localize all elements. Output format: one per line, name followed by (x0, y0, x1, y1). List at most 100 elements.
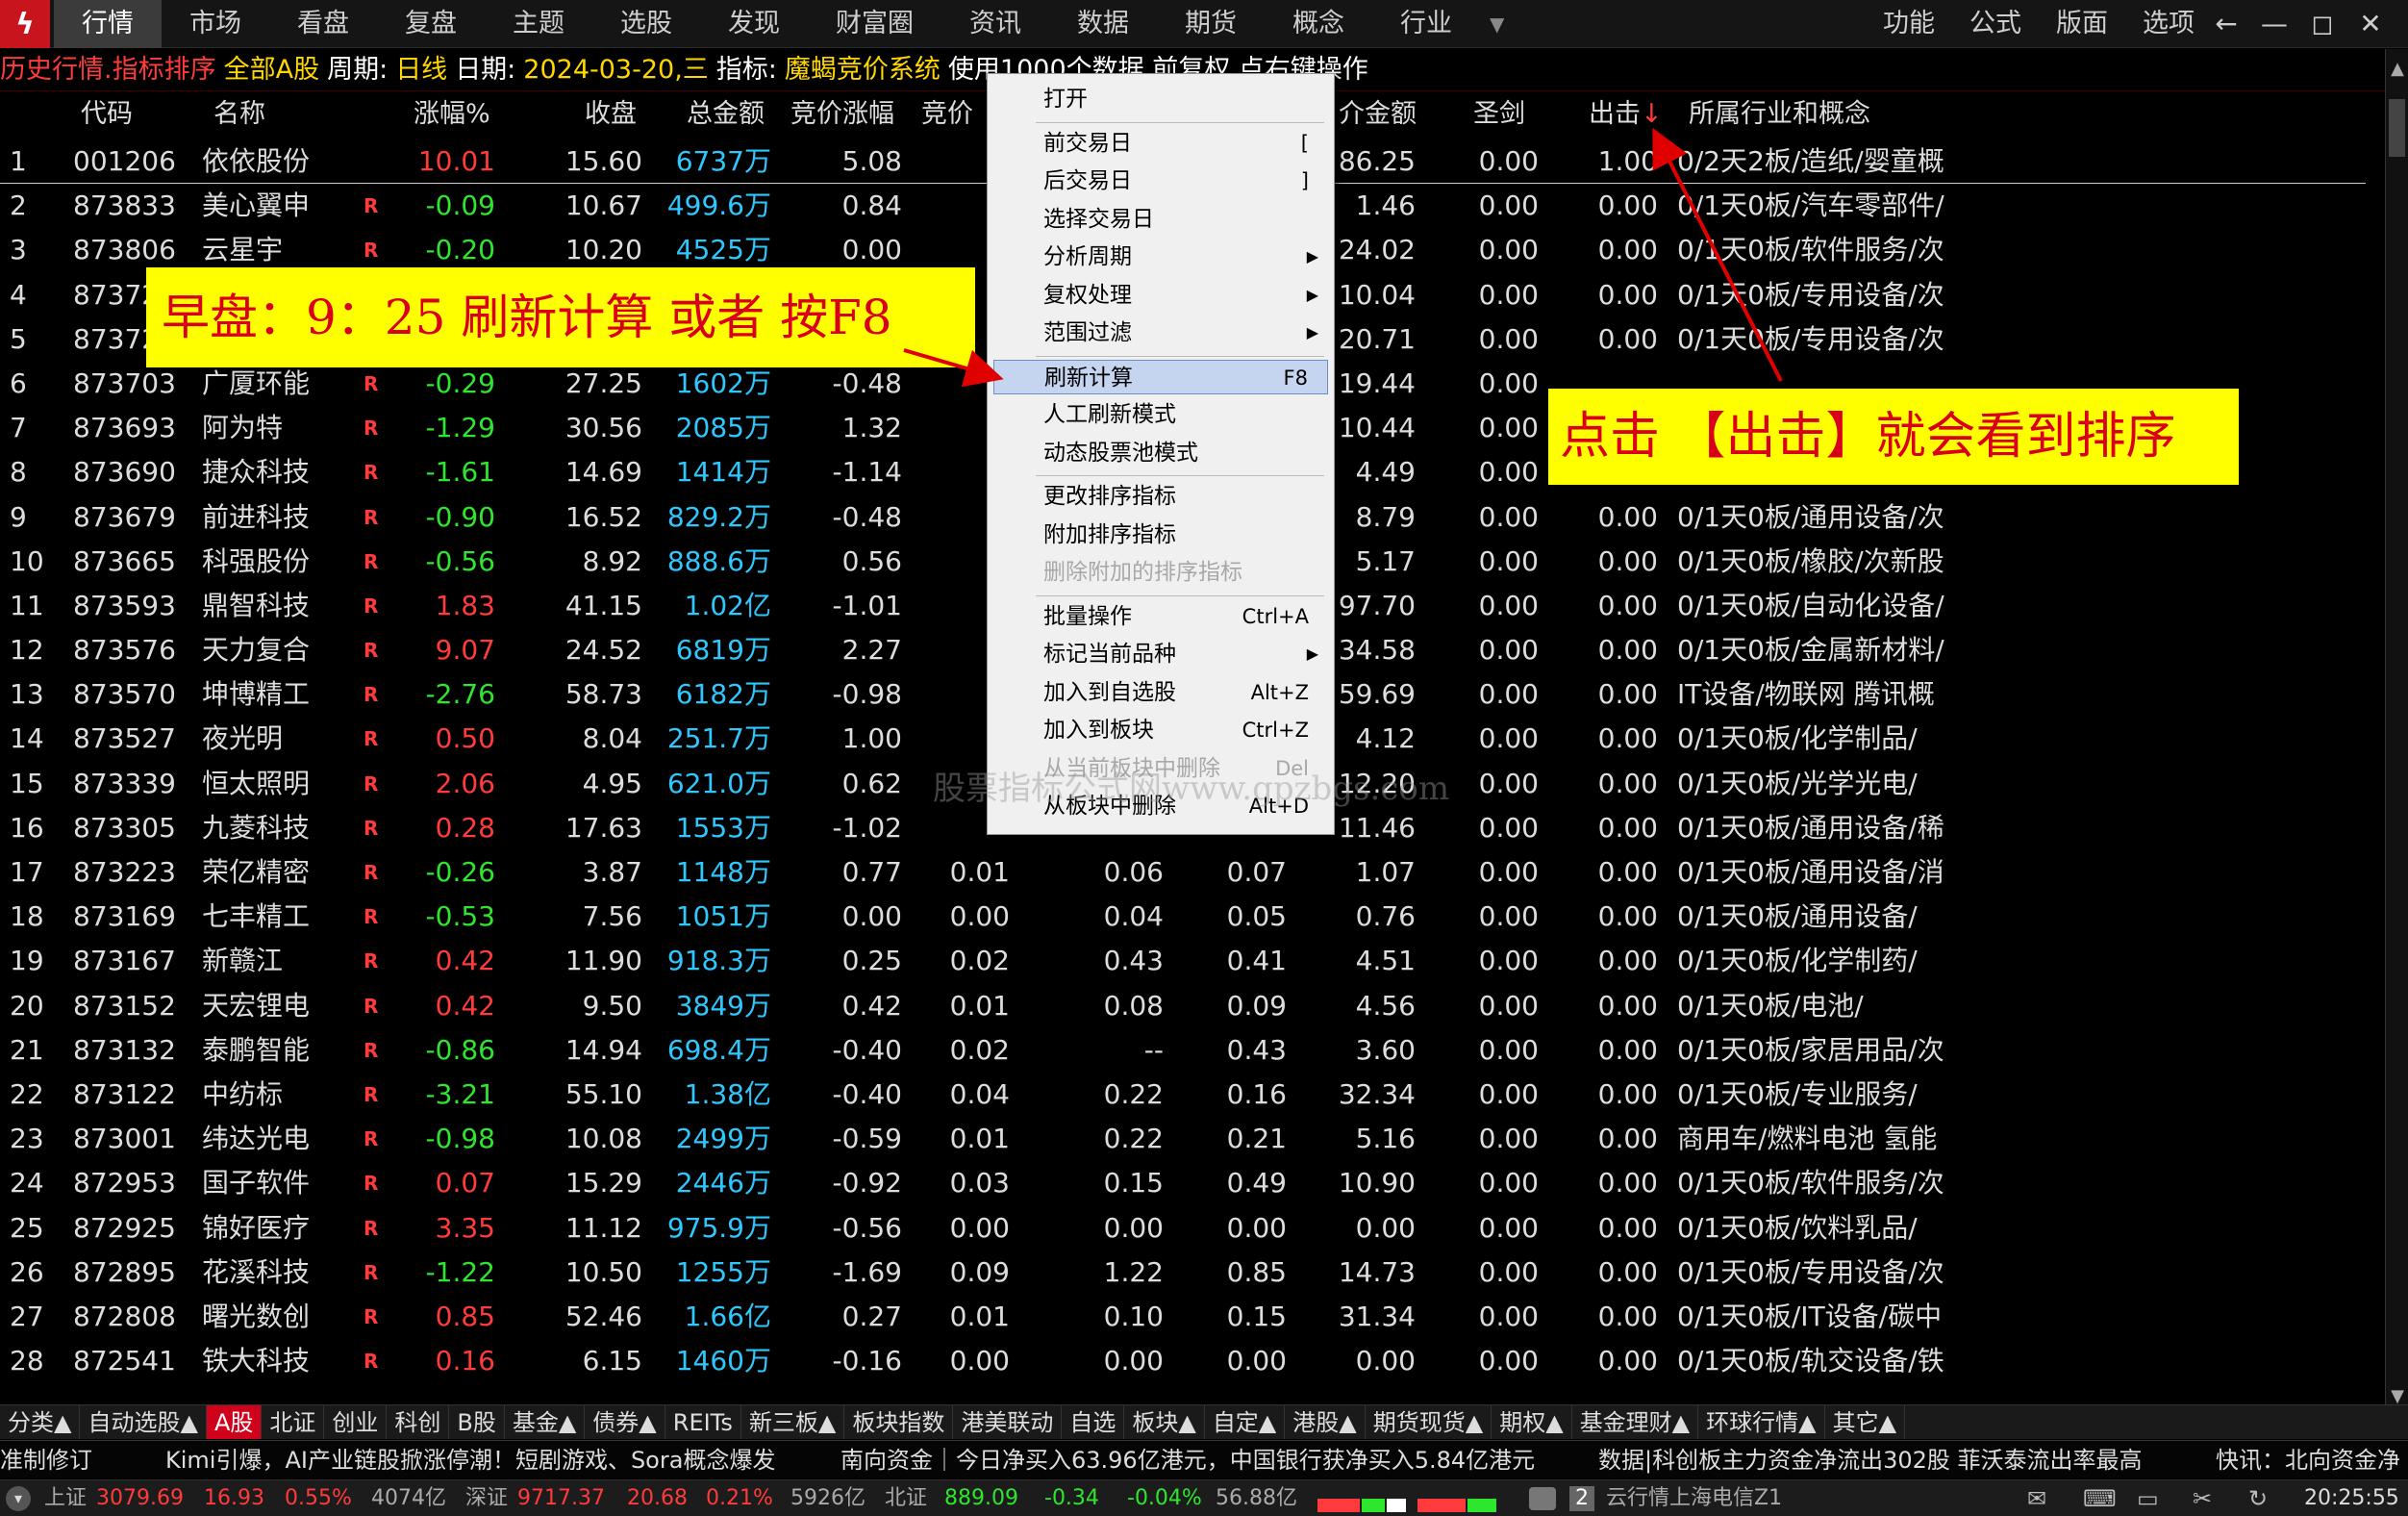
info-market[interactable]: 全部A股 (224, 55, 319, 85)
context-menu-item[interactable]: 选择交易日 (993, 202, 1328, 237)
tools-icon[interactable]: ✂ (2193, 1480, 2212, 1516)
market-tab-0[interactable]: 分类▲ (0, 1405, 81, 1439)
context-menu-item[interactable]: 分析周期 ▶ (993, 240, 1328, 274)
col-code[interactable]: 代码 (81, 92, 133, 137)
menu-item-3[interactable]: 复盘 (377, 0, 485, 48)
info-period[interactable]: 日线 (395, 55, 447, 85)
market-tab-2[interactable]: A股 (206, 1405, 263, 1439)
market-tab-15[interactable]: 自定▲ (1205, 1405, 1286, 1439)
table-row[interactable]: 17 873223 荣亿精密 R -0.26 3.87 1148万 0.77 0.01 0.06 0… (0, 850, 2366, 895)
ticker-item-2[interactable]: Kimi引爆，AI产业链股掀涨停潮！短剧游戏、Sora概念爆发 (165, 1441, 775, 1478)
menu-item-5[interactable]: 选股 (592, 0, 700, 48)
menu-item-9[interactable]: 数据 (1049, 0, 1157, 48)
market-tab-5[interactable]: 科创 (387, 1405, 450, 1439)
col-auction-change[interactable]: 竞价涨幅 (790, 92, 894, 137)
market-tab-19[interactable]: 基金理财▲ (1572, 1405, 1699, 1439)
right-menu-item-0[interactable]: 功能 (1866, 0, 1952, 48)
menu-more-icon[interactable]: ▼ (1480, 0, 1514, 48)
table-row[interactable]: 22 873122 中纺标 R -3.21 55.10 1.38亿 -0.40 0.04 0.22… (0, 1073, 2366, 1117)
menu-item-11[interactable]: 概念 (1265, 0, 1372, 48)
right-menu-item-3[interactable]: 选项 (2125, 0, 2212, 48)
back-icon[interactable]: ← (2202, 0, 2250, 48)
market-tab-1[interactable]: 自动选股▲ (80, 1405, 207, 1439)
col-amount-2[interactable]: 介金额 (1339, 92, 1417, 137)
market-tab-14[interactable]: 板块▲ (1124, 1405, 1205, 1439)
menu-item-7[interactable]: 财富圈 (808, 0, 941, 48)
table-row[interactable]: 20 873152 天宏锂电 R 0.42 9.50 3849万 0.42 0.01 0.08 0.… (0, 984, 2366, 1028)
table-row[interactable]: 27 872808 曙光数创 R 0.85 52.46 1.66亿 0.27 0.01 0.10 0… (0, 1295, 2366, 1339)
vertical-scrollbar[interactable]: ▲ ▼ (2385, 49, 2408, 1415)
minimize-icon[interactable]: — (2250, 0, 2298, 48)
menu-item-2[interactable]: 看盘 (269, 0, 377, 48)
table-row[interactable]: 19 873167 新赣江 R 0.42 11.90 918.3万 0.25 0.02 0.43 0… (0, 939, 2366, 983)
table-row[interactable]: 28 872541 铁大科技 R 0.16 6.15 1460万 -0.16 0.00 0.00 0… (0, 1339, 2366, 1383)
context-menu-item[interactable]: 附加排序指标 (993, 518, 1328, 552)
market-tab-4[interactable]: 创业 (324, 1405, 388, 1439)
menu-item-1[interactable]: 市场 (162, 0, 269, 48)
ticker-item-4[interactable]: 数据|科创板主力资金净流出302股 菲沃泰流出率最高 (1598, 1441, 2143, 1478)
market-tab-21[interactable]: 其它▲ (1825, 1405, 1906, 1439)
ticker-item-1[interactable]: 准制修订 (0, 1441, 92, 1478)
context-menu-item[interactable]: 更改排序指标 (993, 479, 1328, 514)
market-tab-10[interactable]: 新三板▲ (741, 1405, 845, 1439)
menu-item-12[interactable]: 行业 (1372, 0, 1480, 48)
col-name[interactable]: 名称 (213, 92, 265, 137)
table-row[interactable]: 25 872925 锦好医疗 R 3.35 11.12 975.9万 -0.56 0.00 0.0… (0, 1206, 2366, 1251)
table-row[interactable]: 24 872953 国子软件 R 0.07 15.29 2446万 -0.92 0.03 0.15… (0, 1161, 2366, 1205)
context-menu-item[interactable]: 人工刷新模式 (993, 397, 1328, 432)
col-industry[interactable]: 所属行业和概念 (1689, 92, 1870, 137)
context-menu-item[interactable]: 刷新计算 F8 (993, 359, 1328, 394)
market-tab-11[interactable]: 板块指数 (844, 1405, 954, 1439)
connection-icon[interactable] (1529, 1487, 1556, 1510)
context-menu-item[interactable]: 从板块中删除 Alt+D (993, 789, 1328, 823)
market-tab-9[interactable]: REITs (665, 1405, 741, 1439)
context-menu-item[interactable]: 批量操作 Ctrl+A (993, 599, 1328, 634)
context-menu-item[interactable]: 复权处理 ▶ (993, 278, 1328, 313)
col-auction[interactable]: 竞价 (921, 92, 973, 137)
menu-item-0[interactable]: 行情 (54, 0, 162, 48)
table-row[interactable]: 23 873001 纬达光电 R -0.98 10.08 2499万 -0.59 0.01 0.2… (0, 1117, 2366, 1161)
market-tab-8[interactable]: 债券▲ (585, 1405, 665, 1439)
context-menu-item[interactable]: 前交易日 [ (993, 126, 1328, 161)
menu-item-6[interactable]: 发现 (700, 0, 808, 48)
info-indicator[interactable]: 魔蝎竞价系统 (785, 55, 941, 85)
restore-icon[interactable]: ◻ (2298, 0, 2346, 48)
table-row[interactable]: 18 873169 七丰精工 R -0.53 7.56 1051万 0.00 0.00 0.04 0… (0, 895, 2366, 939)
table-row[interactable]: 26 872895 花溪科技 R -1.22 10.50 1255万 -1.69 0.09 1.2… (0, 1251, 2366, 1295)
scroll-up-icon[interactable]: ▲ (2386, 59, 2408, 79)
menu-item-4[interactable]: 主题 (485, 0, 592, 48)
market-tab-17[interactable]: 期货现货▲ (1366, 1405, 1492, 1439)
market-tab-16[interactable]: 港股▲ (1285, 1405, 1366, 1439)
col-close[interactable]: 收盘 (585, 92, 637, 137)
menu-item-8[interactable]: 资讯 (941, 0, 1049, 48)
screen-icon[interactable]: ▭ (2137, 1480, 2159, 1516)
col-change[interactable]: 涨幅% (414, 92, 490, 137)
right-menu-item-1[interactable]: 公式 (1952, 0, 2039, 48)
close-icon[interactable]: ✕ (2346, 0, 2395, 48)
status-menu-icon[interactable]: ▾ (6, 1486, 31, 1511)
context-menu-item[interactable]: 加入到自选股 Alt+Z (993, 675, 1328, 710)
server-name[interactable]: 云行情上海电信Z1 (1606, 1480, 1782, 1516)
keyboard-icon[interactable]: ⌨ (2083, 1480, 2117, 1516)
context-menu-item[interactable]: 范围过滤 ▶ (993, 316, 1328, 350)
ticker-item-5[interactable]: 快讯：北向资金净 (2216, 1441, 2400, 1478)
market-tab-3[interactable]: 北证 (262, 1405, 325, 1439)
app-logo-icon[interactable]: ϟ (0, 0, 50, 48)
col-strike[interactable]: 出击↓ (1589, 92, 1663, 137)
info-date[interactable]: 2024-03-20,三 (523, 55, 709, 85)
menu-item-10[interactable]: 期货 (1157, 0, 1265, 48)
refresh-icon[interactable]: ↻ (2248, 1480, 2268, 1516)
context-menu-item[interactable]: 动态股票池模式 (993, 436, 1328, 470)
ticker-item-3[interactable]: 南向资金｜今日净买入63.96亿港元，中国银行获净买入5.84亿港元 (840, 1441, 1535, 1478)
context-menu-item[interactable]: 标记当前品种 ▶ (993, 637, 1328, 671)
context-menu-item[interactable]: 后交易日] (993, 164, 1328, 198)
market-tab-20[interactable]: 环球行情▲ (1698, 1405, 1825, 1439)
col-amount[interactable]: 总金额 (687, 92, 765, 137)
col-sword[interactable]: 圣剑 (1473, 92, 1525, 137)
table-row[interactable]: 21 873132 泰鹏智能 R -0.86 14.94 698.4万 -0.40 0.02 --… (0, 1028, 2366, 1073)
market-tab-6[interactable]: B股 (449, 1405, 505, 1439)
mail-icon[interactable]: ✉ (2027, 1480, 2046, 1516)
market-tab-18[interactable]: 期权▲ (1492, 1405, 1572, 1439)
right-menu-item-2[interactable]: 版面 (2039, 0, 2125, 48)
market-tab-7[interactable]: 基金▲ (505, 1405, 586, 1439)
